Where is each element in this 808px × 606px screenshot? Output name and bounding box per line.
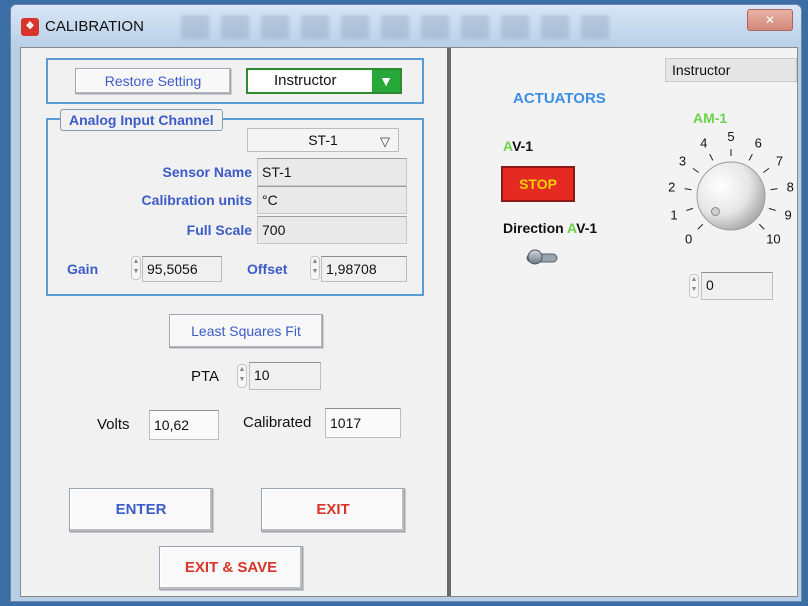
app-icon: ❖ (21, 18, 39, 36)
actuators-heading: ACTUATORS (513, 90, 606, 107)
channel-select-value: ST-1 (308, 132, 338, 148)
volts-field: 10,62 (149, 410, 219, 440)
offset-field[interactable]: 1,98708 (321, 256, 407, 282)
sensor-name-field[interactable]: ST-1 (257, 158, 407, 186)
offset-spinner[interactable]: ▲ ▼ (310, 256, 320, 280)
knob-tick-label: 2 (668, 180, 675, 195)
user-select[interactable]: Instructor ▼ (246, 68, 402, 94)
full-scale-label: Full Scale (186, 222, 252, 238)
knob-tick-label: 3 (679, 154, 686, 169)
knob-tick-label: 0 (685, 231, 692, 246)
gain-field[interactable]: 95,5056 (142, 256, 222, 282)
knob-tick (768, 207, 776, 211)
knob-tick (684, 188, 692, 191)
knob-tick-label: 7 (776, 154, 783, 169)
am-1-value-field[interactable]: 0 (701, 272, 773, 300)
knob-tick-label: 6 (755, 136, 762, 151)
calibrated-label: Calibrated (243, 414, 312, 431)
calibration-panel: Restore Setting Instructor ▼ Analog Inpu… (21, 48, 447, 596)
calibration-units-field[interactable]: °C (257, 186, 407, 214)
av-1-suffix: V-1 (512, 138, 534, 154)
knob-tick-label: 10 (766, 231, 780, 246)
client-area: Restore Setting Instructor ▼ Analog Inpu… (20, 47, 798, 597)
triangle-down-icon[interactable]: ▽ (380, 131, 390, 153)
am-1-knob[interactable]: 01 234 5 678 9 10 (659, 124, 808, 264)
knob-tick (758, 223, 765, 230)
stop-button[interactable]: STOP (501, 166, 575, 202)
user-select-value: Instructor (274, 72, 337, 89)
sensor-name-label: Sensor Name (162, 164, 252, 180)
exit-and-save-button[interactable]: EXIT & SAVE (159, 546, 303, 590)
knob-tick-label: 9 (784, 208, 791, 223)
direction-a: A (567, 220, 577, 236)
knob-tick (709, 153, 714, 161)
pta-label: PTA (191, 368, 220, 385)
analog-input-channel-label: Analog Input Channel (60, 109, 223, 131)
knob-tick-label: 8 (787, 180, 794, 195)
pta-field[interactable]: 10 (249, 362, 321, 390)
direction-suffix: V-1 (576, 220, 598, 236)
gain-spinner[interactable]: ▲ ▼ (131, 256, 141, 280)
volts-label: Volts (97, 416, 130, 433)
close-button[interactable]: ✕ (747, 9, 793, 31)
direction-toggle-switch[interactable] (525, 248, 559, 266)
knob-tick-label: 1 (670, 208, 677, 223)
knob-tick-label: 4 (700, 136, 707, 151)
offset-label: Offset (247, 261, 288, 277)
window-title: CALIBRATION (45, 18, 144, 35)
direction-text: Direction (503, 220, 568, 236)
knob-tick-label: 5 (727, 129, 734, 144)
exit-button[interactable]: EXIT (261, 488, 405, 532)
knob-tick (770, 188, 778, 191)
knob-tick (763, 167, 770, 173)
knob-tick (692, 167, 699, 173)
title-bar[interactable]: ❖ CALIBRATION ✕ (11, 5, 801, 47)
knob-tick (686, 207, 694, 211)
dropdown-arrow-icon[interactable]: ▼ (372, 70, 400, 92)
title-bar-background (181, 15, 621, 39)
knob-tick (748, 153, 753, 161)
av-1-prefix: A (503, 138, 513, 154)
knob-tick (697, 223, 704, 230)
calibrated-field: 1017 (325, 408, 401, 438)
direction-av-1-label: Direction AV-1 (503, 220, 597, 236)
gain-label: Gain (67, 261, 99, 277)
current-user-label: Instructor (665, 58, 797, 82)
calibration-window: ❖ CALIBRATION ✕ Restore Setting Instruct… (10, 4, 802, 602)
actuators-panel: Instructor ACTUATORS AM-1 AV-1 STOP Dire… (451, 48, 797, 596)
pta-spinner[interactable]: ▲ ▼ (237, 364, 247, 388)
av-1-label: AV-1 (503, 138, 533, 154)
calibration-units-label: Calibration units (141, 192, 252, 208)
enter-button[interactable]: ENTER (69, 488, 213, 532)
am-1-spinner[interactable]: ▲ ▼ (689, 274, 699, 298)
channel-select[interactable]: ST-1 ▽ (247, 128, 399, 152)
least-squares-fit-button[interactable]: Least Squares Fit (169, 314, 323, 348)
knob-indicator (710, 207, 720, 217)
restore-setting-button[interactable]: Restore Setting (75, 68, 231, 94)
full-scale-field[interactable]: 700 (257, 216, 407, 244)
